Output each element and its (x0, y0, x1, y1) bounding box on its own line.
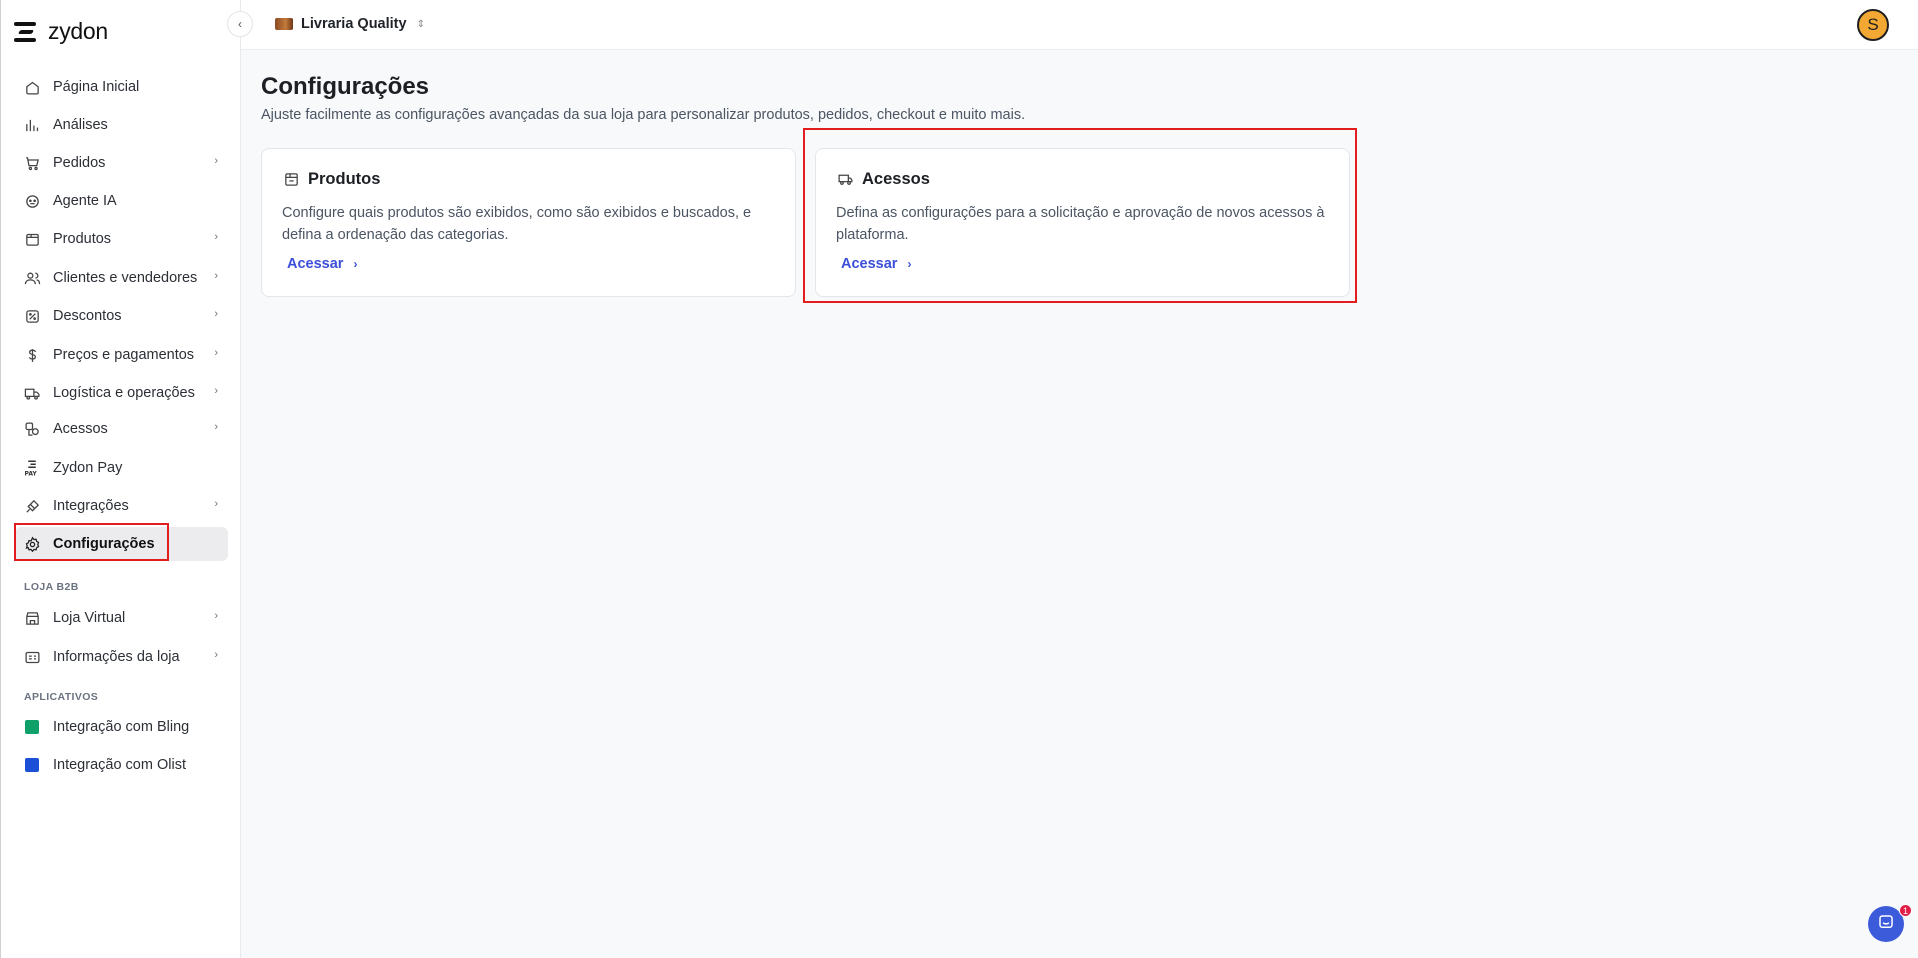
chevron-left-icon: ‹ (238, 17, 242, 31)
chevron-right-icon: › (907, 257, 912, 271)
card-title: Produtos (308, 170, 381, 188)
olist-icon (23, 756, 41, 774)
plug-icon (23, 497, 41, 515)
sidebar-item-label: Zydon Pay (53, 460, 123, 476)
store-icon (23, 609, 41, 627)
acessar-produtos-link[interactable]: Acessar › (287, 256, 357, 272)
sidebar-item-integracoes[interactable]: Integrações › (15, 489, 228, 523)
zydon-pay-icon: PAY (23, 459, 41, 477)
page-subtitle: Ajuste facilmente as configurações avanç… (261, 107, 1026, 123)
bar-chart-icon (23, 116, 41, 134)
package-icon (23, 230, 41, 248)
access-icon (836, 171, 854, 189)
sidebar-item-bling[interactable]: Integração com Bling (15, 710, 228, 744)
sidebar-item-agente-ia[interactable]: Agente IA (15, 184, 228, 218)
chat-badge: 1 (1899, 904, 1912, 917)
sidebar-item-label: Loja Virtual (53, 610, 126, 626)
store-switcher[interactable]: Livraria Quality ⇕ (275, 16, 425, 32)
store-name: Livraria Quality (301, 16, 407, 32)
brand-name: zydon (48, 18, 108, 44)
dollar-icon (23, 346, 41, 364)
sidebar-item-logistica-operacoes[interactable]: Logística e operações › (15, 376, 228, 410)
chevron-up-down-icon: ⇕ (416, 18, 425, 30)
chevron-right-icon: › (214, 231, 218, 243)
discount-icon (23, 307, 41, 325)
gear-icon (23, 535, 41, 553)
sidebar-item-olist[interactable]: Integração com Olist (15, 748, 228, 782)
sidebar-item-label: Integração com Bling (53, 719, 190, 735)
zydon-logo-icon (14, 20, 40, 44)
chevron-right-icon: › (214, 421, 218, 433)
chevron-right-icon: › (214, 649, 218, 661)
chevron-right-icon: › (214, 498, 218, 510)
sidebar-item-label: Descontos (53, 308, 122, 324)
sidebar-item-label: Pedidos (53, 155, 106, 171)
avatar[interactable]: S (1857, 9, 1889, 41)
card-title: Acessos (862, 170, 930, 188)
sidebar-item-zydon-pay[interactable]: PAY Zydon Pay (15, 451, 228, 485)
topbar: Livraria Quality ⇕ S (241, 0, 1918, 50)
sidebar-item-precos-pagamentos[interactable]: Preços e pagamentos › (15, 338, 228, 372)
page-title: Configurações (261, 73, 430, 100)
sidebar-item-clientes-vendedores[interactable]: Clientes e vendedores › (15, 261, 228, 295)
chevron-right-icon: › (353, 257, 358, 271)
sidebar-item-label: Agente IA (53, 193, 117, 209)
sidebar-item-informacoes-loja[interactable]: Informações da loja › (15, 640, 228, 674)
card-description: Configure quais produtos são exibidos, c… (282, 205, 752, 243)
sidebar-item-label: Produtos (53, 231, 112, 247)
chevron-right-icon: › (214, 270, 218, 282)
section-title-aplicativos: APLICATIVOS (24, 691, 99, 703)
truck-icon (23, 384, 41, 402)
sidebar-item-label: Logística e operações (53, 385, 195, 401)
chevron-right-icon: › (214, 347, 218, 359)
sidebar-item-configuracoes[interactable]: Configurações (15, 527, 228, 561)
sidebar-item-label: Configurações (53, 536, 155, 552)
card-description: Defina as configurações para a solicitaç… (836, 205, 1325, 243)
sidebar-item-label: Integração com Olist (53, 757, 186, 773)
home-icon (23, 78, 41, 96)
acessar-acessos-link[interactable]: Acessar › (841, 256, 911, 272)
sidebar-item-label: Acessos (53, 421, 108, 437)
info-card-icon (23, 648, 41, 666)
bot-icon (23, 192, 41, 210)
bling-icon (23, 718, 41, 736)
sidebar-item-produtos[interactable]: Produtos › (15, 222, 228, 256)
sidebar-item-label: Integrações (53, 498, 129, 514)
settings-card-acessos: Acessos Defina as configurações para a s… (815, 148, 1350, 297)
sidebar-item-pagina-inicial[interactable]: Página Inicial (15, 70, 228, 104)
sidebar-item-label: Análises (53, 117, 108, 133)
svg-text:PAY: PAY (25, 471, 38, 478)
store-logo-icon (275, 18, 293, 30)
settings-card-produtos: Produtos Configure quais produtos são ex… (261, 148, 796, 297)
sidebar-item-analises[interactable]: Análises (15, 108, 228, 142)
sidebar-item-descontos[interactable]: Descontos › (15, 299, 228, 333)
sidebar-item-loja-virtual[interactable]: Loja Virtual › (15, 601, 228, 635)
access-icon (23, 420, 41, 438)
chevron-right-icon: › (214, 155, 218, 167)
chevron-right-icon: › (214, 308, 218, 320)
zydon-logo[interactable]: zydon (14, 18, 108, 45)
sidebar-item-label: Preços e pagamentos (53, 347, 195, 363)
link-label: Acessar (287, 256, 344, 272)
package-icon (282, 171, 300, 189)
users-icon (23, 269, 41, 287)
chevron-right-icon: › (214, 610, 218, 622)
sidebar-item-label: Informações da loja (53, 649, 180, 665)
collapse-sidebar-button[interactable]: ‹ (227, 11, 253, 37)
section-title-loja-b2b: LOJA B2B (24, 581, 79, 593)
chat-icon (1877, 913, 1895, 936)
sidebar: zydon Página Inicial Análises Pedidos › … (0, 0, 241, 958)
link-label: Acessar (841, 256, 898, 272)
sidebar-item-pedidos[interactable]: Pedidos › (15, 146, 228, 180)
sidebar-item-label: Página Inicial (53, 79, 140, 95)
chevron-right-icon: › (214, 385, 218, 397)
sidebar-item-label: Clientes e vendedores (53, 270, 198, 286)
sidebar-item-acessos[interactable]: Acessos › (15, 412, 228, 446)
cart-icon (23, 154, 41, 172)
